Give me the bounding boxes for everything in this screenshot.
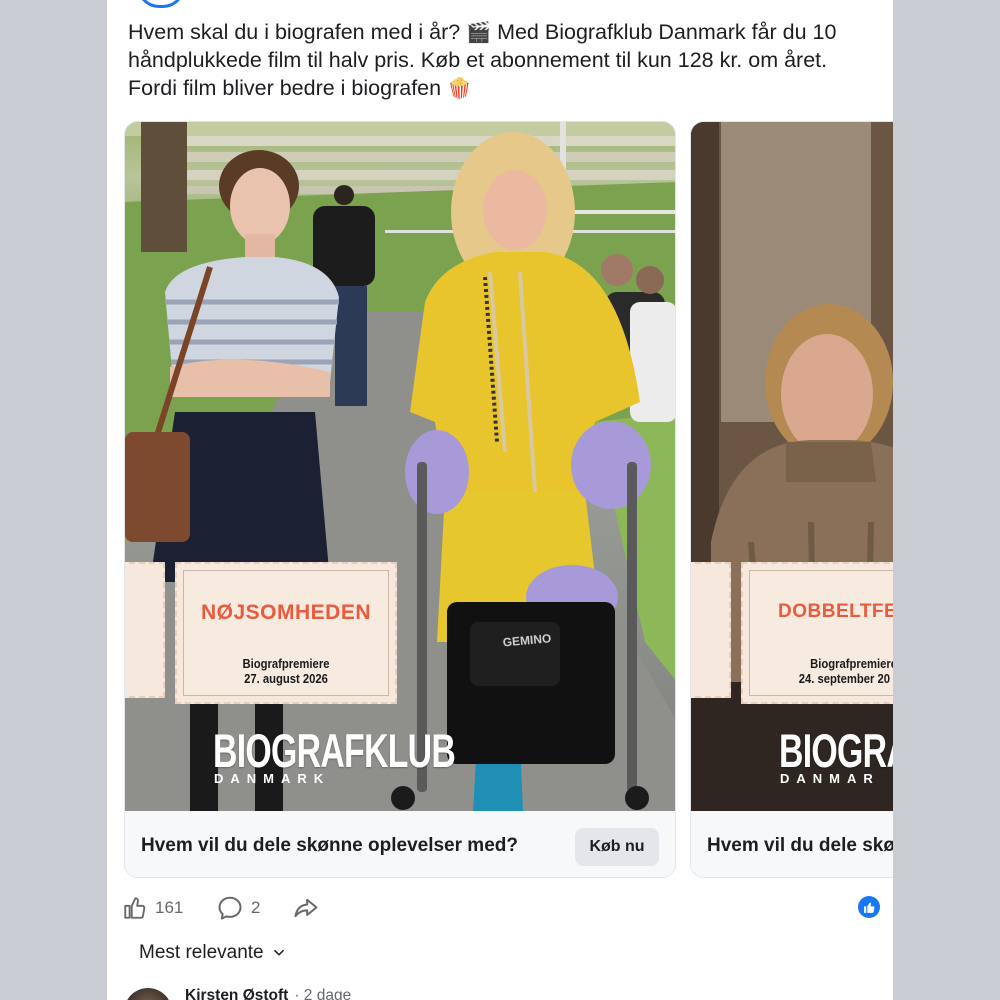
like-action[interactable]: 161 — [122, 890, 183, 926]
premiere-date-1: 27. august 2026 — [244, 672, 328, 686]
comment-header: Kirsten Østoft · 2 dage — [185, 987, 351, 1000]
comment-action[interactable]: 2 — [216, 890, 260, 926]
share-arrow-icon — [294, 898, 318, 918]
ticket-inner-frame-2: DOBBELTFE Biografpremiere 24. september … — [749, 570, 893, 696]
brand-logo-1: BIOGRAFKLUB — [213, 724, 456, 777]
comment-bubble-icon — [218, 896, 242, 920]
comment-author[interactable]: Kirsten Østoft — [185, 987, 288, 1000]
ad-footer-2[interactable]: Hvem vil du dele skø — [691, 811, 893, 877]
post-text: Hvem skal du i biografen med i år? 🎬 Med… — [128, 18, 878, 102]
premiere-ticket-1 — [125, 562, 165, 698]
share-action[interactable] — [292, 890, 320, 926]
film-still-2 — [691, 122, 893, 811]
popcorn-icon: 🍿 — [447, 76, 472, 100]
ad-carousel[interactable]: GEMINO NØJSOMHEDEN Biografpremiere 27. a… — [124, 121, 893, 879]
ad-image-2[interactable]: DOBBELTFE Biografpremiere 24. september … — [691, 122, 893, 811]
post-text-part1: Hvem skal du i biografen med i år? — [128, 20, 467, 44]
ad-footer-1[interactable]: Hvem vil du dele skønne oplevelser med? … — [125, 811, 675, 877]
film-title-1: NØJSOMHEDEN — [200, 601, 372, 624]
film-still-1: GEMINO — [125, 122, 675, 811]
like-count: 161 — [155, 898, 184, 917]
brand-sub-1: DANMARK — [214, 771, 331, 786]
post-actions: 161 2 — [120, 890, 880, 926]
ad-headline-1[interactable]: Hvem vil du dele skønne oplevelser med? — [141, 835, 518, 857]
ad-headline-2[interactable]: Hvem vil du dele skø — [707, 835, 893, 857]
carousel-card-2[interactable]: DOBBELTFE Biografpremiere 24. september … — [690, 121, 893, 878]
comment-sort-label: Mest relevante — [139, 942, 264, 963]
premiere-date-2: 24. september 20 — [798, 672, 891, 686]
ad-image-1[interactable]: GEMINO NØJSOMHEDEN Biografpremiere 27. a… — [125, 122, 675, 811]
thumbs-up-small-icon — [863, 902, 875, 913]
brand-logo-2: BIOGRAFKL — [779, 724, 893, 777]
comment-sort-dropdown[interactable]: Mest relevante — [139, 942, 286, 964]
premiere-label-2: Biografpremiere — [810, 657, 893, 671]
chevron-down-icon — [273, 949, 284, 956]
premiere-label-1: Biografpremiere — [242, 657, 330, 671]
carousel-card-1[interactable]: GEMINO NØJSOMHEDEN Biografpremiere 27. a… — [124, 121, 676, 878]
like-reaction-icon[interactable] — [858, 896, 880, 918]
premiere-ticket-2 — [691, 562, 731, 698]
comment-timestamp: · 2 dage — [294, 987, 352, 1000]
thumbs-up-icon — [124, 897, 146, 919]
film-title-2: DOBBELTFE — [778, 601, 893, 622]
clapperboard-icon: 🎬 — [466, 20, 492, 44]
premiere-ticket-2-main: DOBBELTFE Biografpremiere 24. september … — [741, 562, 893, 704]
buy-now-button[interactable]: Køb nu — [575, 828, 659, 866]
premiere-ticket-1-main: NØJSOMHEDEN Biografpremiere 27. august 2… — [175, 562, 397, 704]
ticket-inner-frame: NØJSOMHEDEN Biografpremiere 27. august 2… — [183, 570, 389, 696]
brand-sub-2: DANMAR — [780, 771, 880, 786]
comment-count: 2 — [251, 898, 261, 917]
